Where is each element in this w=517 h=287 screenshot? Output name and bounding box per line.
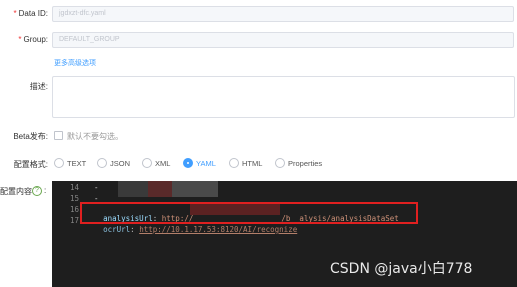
- radio-json[interactable]: [97, 158, 107, 168]
- radio-properties[interactable]: [275, 158, 285, 168]
- line-number: 17: [69, 216, 79, 225]
- group-label: * Group:: [18, 35, 48, 44]
- redaction-blur: [172, 181, 218, 197]
- beta-checkbox-label: 默认不要勾选。: [67, 132, 123, 141]
- redaction-blur: [148, 181, 172, 197]
- radio-xml-label[interactable]: XML: [155, 159, 170, 168]
- group-input[interactable]: DEFAULT_GROUP: [52, 32, 514, 48]
- format-label: 配置格式:: [13, 160, 48, 169]
- required-mark: *: [18, 35, 22, 44]
- group-label-text: Group:: [23, 35, 48, 44]
- beta-label: Beta发布:: [13, 132, 48, 141]
- radio-text[interactable]: [54, 158, 64, 168]
- line-number: 16: [69, 205, 79, 214]
- yaml-url: http://10.1.17.53:8120/AI/recognize: [139, 225, 298, 234]
- redaction-blur: [118, 181, 148, 197]
- data-id-input[interactable]: jgdxzt-dfc.yaml: [52, 6, 514, 22]
- radio-yaml-label[interactable]: YAML: [196, 159, 216, 168]
- content-label: 配置内容: [0, 187, 32, 196]
- help-icon[interactable]: ?: [32, 186, 42, 196]
- description-textarea[interactable]: [52, 76, 515, 118]
- line-number: 14: [69, 183, 79, 192]
- content-label-group: 配置内容: [0, 186, 32, 197]
- description-label: 描述:: [29, 82, 48, 91]
- beta-checkbox[interactable]: [54, 131, 63, 140]
- data-id-label-text: Data ID:: [18, 9, 48, 18]
- required-mark: *: [13, 9, 17, 18]
- radio-html[interactable]: [229, 158, 239, 168]
- line-number: 15: [69, 194, 79, 203]
- data-id-label: * Data ID:: [14, 9, 48, 18]
- highlight-box: [80, 202, 418, 224]
- yaml-sep: :: [130, 225, 140, 234]
- content-colon: :: [44, 186, 47, 195]
- radio-text-label[interactable]: TEXT: [67, 159, 86, 168]
- code-line-14: -: [85, 183, 99, 192]
- yaml-key: ocrUrl: [103, 225, 131, 234]
- radio-html-label[interactable]: HTML: [242, 159, 262, 168]
- advanced-options-link[interactable]: 更多高级选项: [54, 58, 96, 68]
- radio-json-label[interactable]: JSON: [110, 159, 130, 168]
- editor-gutter: 14 15 16 17: [52, 181, 82, 287]
- radio-xml[interactable]: [142, 158, 152, 168]
- radio-yaml[interactable]: [183, 158, 193, 168]
- watermark: CSDN @java小白778: [330, 261, 473, 277]
- radio-properties-label[interactable]: Properties: [288, 159, 322, 168]
